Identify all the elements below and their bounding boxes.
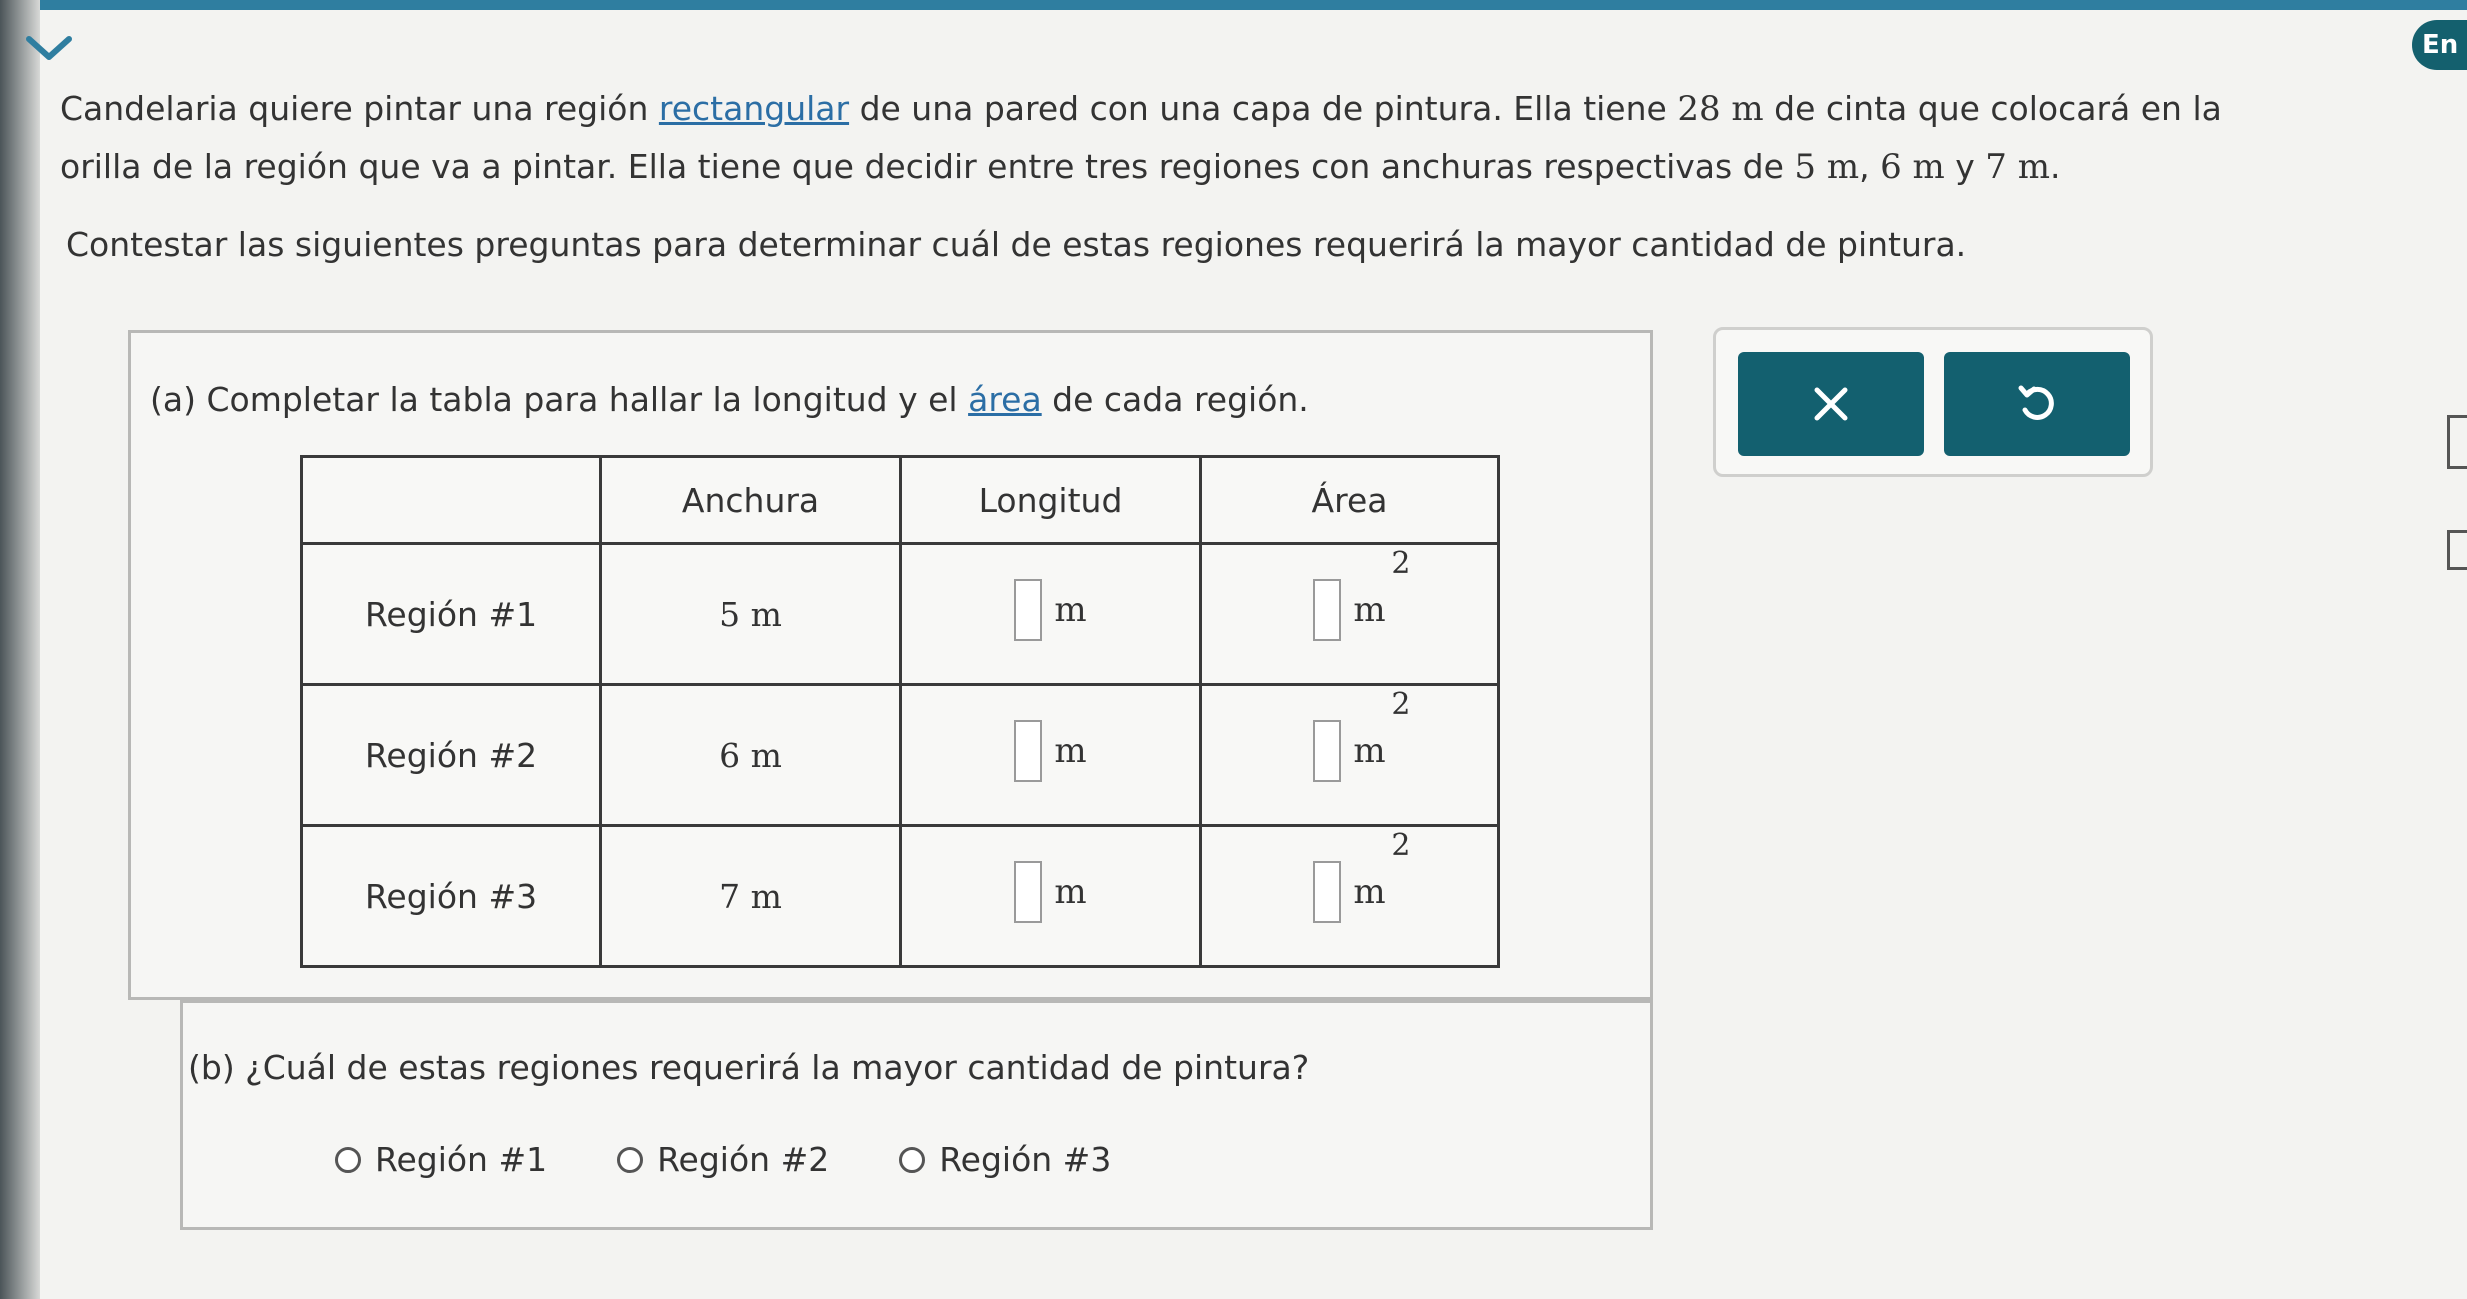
area-unit: m2 xyxy=(1353,687,1411,771)
left-edge xyxy=(0,0,40,1299)
glossary-link-area[interactable]: área xyxy=(968,380,1042,419)
region-name: Región #3 xyxy=(299,824,603,968)
length-unit: m xyxy=(1054,590,1087,630)
top-bar xyxy=(0,0,2467,10)
length-input[interactable] xyxy=(1014,861,1043,923)
regions-table: Anchura Longitud Área Región #1 5 m m m2… xyxy=(299,455,1500,968)
area-input[interactable] xyxy=(1313,720,1342,782)
part-b-panel xyxy=(180,1000,1653,1230)
problem-statement: Candelaria quiere pintar una región rect… xyxy=(60,89,2222,187)
area-unit: m2 xyxy=(1353,828,1411,912)
radio-button[interactable] xyxy=(899,1146,926,1173)
width-value-1: 5 m xyxy=(1794,147,1860,187)
close-icon xyxy=(1814,387,1848,421)
table-header-length: Longitud xyxy=(898,455,1203,545)
area-cell: m2 xyxy=(1199,824,1500,968)
undo-button[interactable] xyxy=(1944,352,2130,456)
table-header-width: Anchura xyxy=(599,455,902,545)
area-input[interactable] xyxy=(1313,579,1342,641)
collapse-button[interactable] xyxy=(22,28,76,68)
area-exponent: 2 xyxy=(1391,687,1411,722)
part-a-label: (a) Completar la tabla para hallar la lo… xyxy=(150,380,1309,419)
clear-button[interactable] xyxy=(1738,352,1924,456)
radio-label: Región #2 xyxy=(657,1140,830,1179)
region-width: 6 m xyxy=(599,683,902,827)
length-input[interactable] xyxy=(1014,720,1043,782)
table-row: Región #3 7 m m m2 xyxy=(299,824,1500,968)
length-cell: m xyxy=(898,542,1203,686)
radio-label: Región #1 xyxy=(375,1140,548,1179)
side-tool-calculator[interactable] xyxy=(2447,415,2467,469)
region-width: 5 m xyxy=(599,542,902,686)
region-name: Región #2 xyxy=(299,683,603,827)
region-choice-group: Región #1 Región #2 Región #3 xyxy=(335,1140,1111,1179)
area-exponent: 2 xyxy=(1391,828,1411,863)
length-input[interactable] xyxy=(1014,579,1043,641)
table-row: Región #1 5 m m m2 xyxy=(299,542,1500,686)
table-header-row: Anchura Longitud Área xyxy=(299,455,1500,545)
glossary-link-rectangular[interactable]: rectangular xyxy=(659,89,849,128)
radio-label: Región #3 xyxy=(939,1140,1112,1179)
length-cell: m xyxy=(898,683,1203,827)
side-tool-guide[interactable] xyxy=(2447,530,2467,570)
area-input[interactable] xyxy=(1313,861,1342,923)
region-name: Región #1 xyxy=(299,542,603,686)
table-header-empty xyxy=(299,455,603,545)
area-unit: m2 xyxy=(1353,546,1411,630)
radio-option-region-3[interactable]: Región #3 xyxy=(899,1140,1111,1179)
radio-button[interactable] xyxy=(617,1146,644,1173)
language-toggle[interactable]: En xyxy=(2412,20,2467,70)
table-row: Región #2 6 m m m2 xyxy=(299,683,1500,827)
area-cell: m2 xyxy=(1199,542,1500,686)
region-width: 7 m xyxy=(599,824,902,968)
length-unit: m xyxy=(1054,872,1087,912)
area-cell: m2 xyxy=(1199,683,1500,827)
radio-option-region-2[interactable]: Región #2 xyxy=(617,1140,829,1179)
instruction-text: Contestar las siguientes preguntas para … xyxy=(66,225,1967,264)
part-b-label: (b) ¿Cuál de estas regiones requerirá la… xyxy=(188,1048,1310,1087)
width-value-2: 6 m xyxy=(1880,147,1945,187)
length-cell: m xyxy=(898,824,1203,968)
language-label: En xyxy=(2422,30,2459,60)
area-exponent: 2 xyxy=(1391,546,1411,581)
width-value-3: 7 m xyxy=(1985,147,2050,187)
radio-option-region-1[interactable]: Región #1 xyxy=(335,1140,547,1179)
tape-length: 28 m xyxy=(1677,89,1764,129)
undo-icon xyxy=(2018,385,2054,420)
chevron-down-icon xyxy=(26,36,72,60)
radio-button[interactable] xyxy=(335,1146,361,1173)
table-header-area: Área xyxy=(1199,455,1500,545)
length-unit: m xyxy=(1054,731,1087,771)
